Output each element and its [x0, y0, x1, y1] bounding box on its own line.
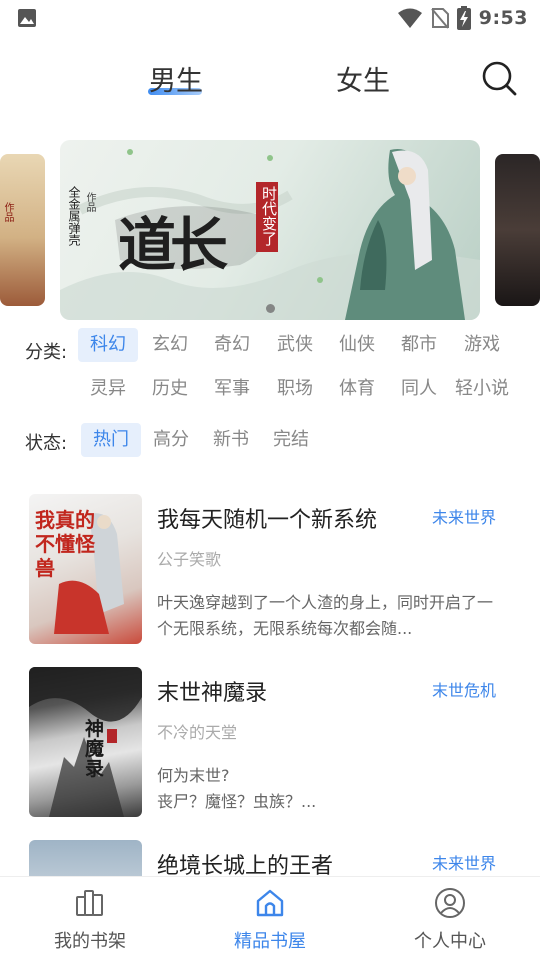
book-cover: 我真的不懂怪兽	[29, 494, 142, 644]
book-title: 末世神魔录	[157, 681, 268, 706]
category-chip-zhichang[interactable]: 职场	[265, 372, 325, 406]
banner-main[interactable]: 全金属弹壳 作品 道长 时代变了	[60, 140, 480, 320]
category-chip-xianxia[interactable]: 仙侠	[327, 328, 387, 362]
status-bar: 9:53	[0, 0, 540, 36]
book-title: 绝境长城上的王者	[157, 854, 334, 876]
banner-title: 道长	[118, 211, 228, 279]
clock: 9:53	[478, 7, 528, 29]
book-item[interactable]: 神魔录 末世神魔录 末世危机 不冷的天堂 何为末世? 丧尸？魔怪？虫族？...	[0, 667, 540, 817]
battery-charging-icon	[456, 6, 471, 30]
banner-small-label: 作品	[84, 192, 95, 212]
book-description: 何为末世? 丧尸？魔怪？虫族？...	[157, 766, 317, 811]
no-sim-icon	[430, 8, 449, 29]
category-chip-qihuan[interactable]: 奇幻	[202, 328, 262, 362]
gender-tabs: 男生 女生	[0, 55, 540, 107]
category-chip-wuxia[interactable]: 武侠	[265, 328, 325, 362]
status-filter: 状态: 热门 高分 新书 完结	[0, 423, 540, 459]
book-author: 公子笑歌	[157, 550, 222, 569]
category-chip-lishi[interactable]: 历史	[140, 372, 200, 406]
bottom-navigation: 我的书架 精品书屋 个人中心	[0, 876, 540, 960]
nav-profile-label: 个人中心	[414, 931, 486, 952]
book-cover-title: 我真的不懂怪兽	[35, 508, 95, 580]
category-chip-tiyu[interactable]: 体育	[327, 372, 387, 406]
book-item[interactable]: 我真的不懂怪兽 我每天随机一个新系统 未来世界 公子笑歌 叶天逸穿越到了一个人渣…	[0, 494, 540, 644]
book-genre-tag[interactable]: 未来世界	[432, 504, 496, 528]
banner-prev-tag: 作品	[2, 202, 13, 222]
nav-bookstore[interactable]: 精品书屋	[180, 877, 360, 960]
banner-author: 全金属弹壳	[67, 186, 81, 246]
status-label: 状态:	[25, 433, 68, 454]
book-list: 我真的不懂怪兽 我每天随机一个新系统 未来世界 公子笑歌 叶天逸穿越到了一个人渣…	[0, 494, 540, 876]
tab-male[interactable]: 男生	[149, 59, 203, 98]
nav-profile[interactable]: 个人中心	[360, 877, 540, 960]
status-chip-finished[interactable]: 完结	[261, 423, 321, 457]
book-cover: 神魔录	[29, 667, 142, 817]
category-chip-youxi[interactable]: 游戏	[452, 328, 512, 362]
book-item[interactable]: 绝境长城上的王者 未来世界	[0, 840, 540, 876]
book-genre-tag[interactable]: 末世危机	[432, 677, 496, 701]
status-icons: 9:53	[397, 4, 528, 32]
nav-bookstore-label: 精品书屋	[234, 931, 306, 952]
image-icon	[18, 9, 36, 27]
status-chip-high-score[interactable]: 高分	[141, 423, 201, 457]
category-chip-kehuan[interactable]: 科幻	[78, 328, 138, 362]
book-title: 我每天随机一个新系统	[157, 508, 378, 533]
nav-bookshelf-label: 我的书架	[54, 931, 126, 952]
banner-next-card[interactable]	[495, 154, 540, 306]
status-chip-new[interactable]: 新书	[201, 423, 261, 457]
status-chip-hot[interactable]: 热门	[81, 423, 141, 457]
category-chip-junshi[interactable]: 军事	[202, 372, 262, 406]
category-chip-qingxiaoshuo[interactable]: 轻小说	[452, 372, 512, 406]
book-cover	[29, 840, 142, 876]
category-label: 分类:	[25, 342, 68, 363]
category-filter: 分类: 科幻 玄幻 奇幻 武侠 仙侠 都市 游戏 灵异 历史 军事 职场 体育 …	[0, 328, 540, 408]
banner-prev-card[interactable]: 作品	[0, 154, 45, 306]
banner-carousel[interactable]: 作品 全金属弹壳 作品 道长 时代变了	[0, 140, 540, 320]
tab-female[interactable]: 女生	[336, 59, 390, 98]
banner-stamp: 时代变了	[260, 186, 278, 246]
book-author: 不冷的天堂	[157, 723, 238, 742]
category-chip-lingyi[interactable]: 灵异	[78, 372, 138, 406]
bookstore-icon	[256, 889, 284, 917]
bookshelf-icon	[76, 890, 103, 916]
carousel-indicator-dot	[266, 304, 275, 313]
profile-icon	[435, 888, 465, 918]
book-genre-tag[interactable]: 未来世界	[432, 850, 496, 874]
category-chip-dushi[interactable]: 都市	[389, 328, 449, 362]
nav-bookshelf[interactable]: 我的书架	[0, 877, 180, 960]
category-chip-xuanhuan[interactable]: 玄幻	[140, 328, 200, 362]
wifi-icon	[397, 8, 422, 28]
book-description: 叶天逸穿越到了一个人渣的身上，同时开启了一个无限系统，无限系统每次都会随...	[157, 593, 494, 638]
search-icon[interactable]	[480, 59, 518, 97]
category-chip-tongren[interactable]: 同人	[389, 372, 449, 406]
book-cover-title: 神魔录	[85, 718, 105, 780]
